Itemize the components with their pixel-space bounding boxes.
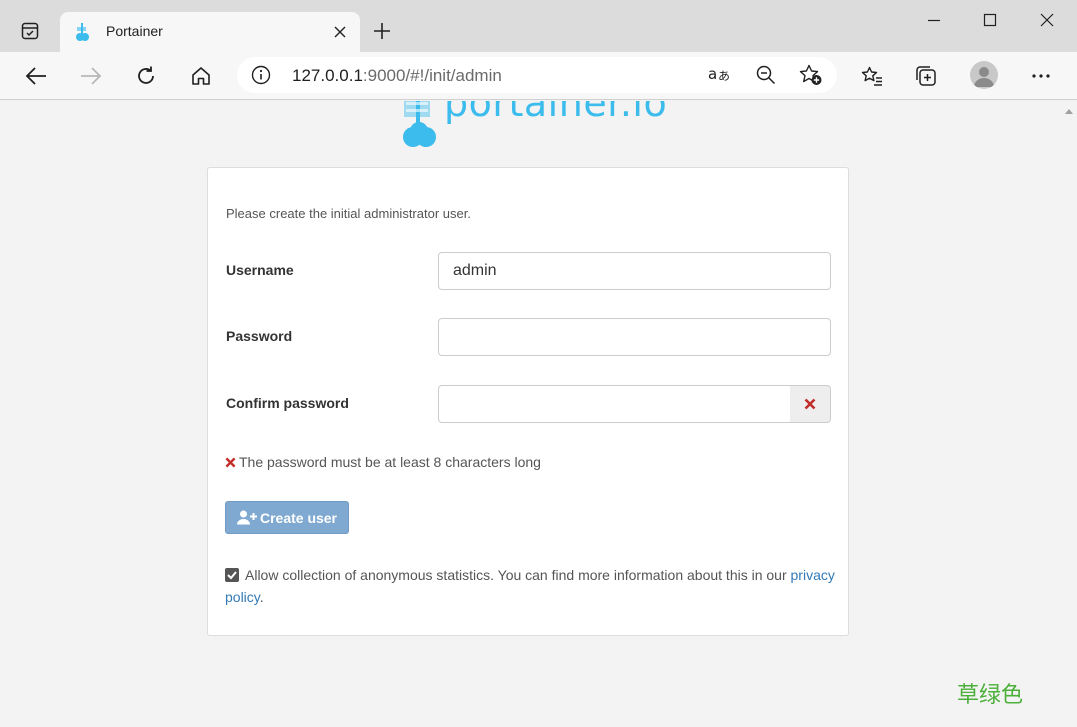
translate-icon: a あ: [708, 65, 730, 83]
svg-text:a: a: [708, 65, 717, 83]
address-url[interactable]: 127.0.0.1:9000/#!/init/admin: [292, 66, 502, 86]
username-label: Username: [226, 262, 294, 278]
username-input[interactable]: [438, 252, 831, 290]
scroll-up-arrow-icon[interactable]: [1065, 109, 1073, 114]
arrow-left-icon: [25, 67, 46, 85]
user-plus-icon: [236, 510, 257, 525]
close-icon: [334, 26, 346, 38]
address-host: 127.0.0.1: [292, 66, 363, 85]
read-aloud-translate-button[interactable]: a あ: [707, 63, 733, 87]
error-x-icon: [225, 457, 236, 467]
more-horizontal-icon: [1032, 74, 1050, 78]
tab-strip: Portainer: [0, 0, 1077, 52]
tab-close-button[interactable]: [330, 22, 350, 42]
address-path: :9000/#!/init/admin: [362, 66, 502, 85]
statistics-consent: Allow collection of anonymous statistics…: [225, 564, 835, 608]
favorites-button[interactable]: [854, 58, 890, 94]
zoom-out-icon: [756, 65, 776, 85]
zoom-button[interactable]: [753, 63, 779, 87]
portainer-favicon-icon: [76, 23, 89, 41]
maximize-icon: [983, 13, 997, 27]
create-user-label: Create user: [259, 509, 338, 526]
confirm-password-label: Confirm password: [226, 395, 349, 411]
checkmark-icon: [227, 571, 237, 580]
password-error: The password must be at least 8 characte…: [225, 454, 541, 470]
vertical-scrollbar[interactable]: [1061, 101, 1077, 727]
close-icon: [1040, 13, 1054, 27]
password-input[interactable]: [438, 318, 831, 356]
favorites-icon: [861, 66, 882, 86]
window-close-button[interactable]: [1019, 0, 1075, 40]
portainer-logo-icon: [403, 101, 436, 147]
forward-button[interactable]: [73, 58, 109, 94]
plus-icon: [374, 23, 390, 39]
svg-text:あ: あ: [718, 69, 730, 83]
tab-actions-icon: [21, 22, 39, 40]
init-admin-panel: Please create the initial administrator …: [207, 167, 849, 636]
user-avatar-icon: [974, 67, 994, 87]
minimize-icon: [928, 19, 940, 22]
home-button[interactable]: [183, 58, 219, 94]
star-add-icon: [799, 64, 822, 85]
refresh-icon: [138, 66, 154, 84]
settings-menu-button[interactable]: [1023, 58, 1059, 94]
new-tab-button[interactable]: [366, 16, 398, 46]
collections-button[interactable]: [908, 58, 944, 94]
tab-title: Portainer: [106, 23, 163, 39]
logo-text: portainer.io: [444, 101, 668, 125]
back-button[interactable]: [18, 58, 54, 94]
confirm-password-input[interactable]: [438, 385, 791, 423]
create-user-button[interactable]: Create user: [225, 501, 349, 534]
watermark-text: 草绿色: [957, 683, 1024, 708]
maximize-button[interactable]: [962, 0, 1018, 40]
address-bar[interactable]: 127.0.0.1:9000/#!/init/admin a あ: [237, 57, 837, 93]
statistics-checkbox[interactable]: [225, 568, 239, 582]
error-x-icon: [804, 398, 816, 410]
statistics-text: Allow collection of anonymous statistics…: [245, 567, 791, 583]
browser-toolbar: 127.0.0.1:9000/#!/init/admin a あ: [0, 52, 1077, 100]
tab-portainer[interactable]: Portainer: [60, 12, 360, 52]
error-text: The password must be at least 8 characte…: [239, 454, 541, 470]
home-icon: [192, 67, 210, 85]
statistics-suffix: .: [259, 589, 264, 605]
tab-actions-button[interactable]: [12, 15, 48, 47]
minimize-button[interactable]: [906, 0, 962, 40]
info-icon[interactable]: [251, 65, 271, 85]
page-viewport: portainer.io Please create the initial a…: [0, 101, 1061, 727]
password-label: Password: [226, 328, 293, 344]
add-favorite-button[interactable]: [798, 63, 824, 87]
profile-avatar[interactable]: [970, 61, 998, 89]
intro-text: Please create the initial administrator …: [226, 206, 471, 221]
collections-icon: [916, 66, 936, 86]
refresh-button[interactable]: [128, 58, 164, 94]
confirm-password-status: [790, 385, 831, 423]
arrow-right-icon: [81, 67, 102, 85]
